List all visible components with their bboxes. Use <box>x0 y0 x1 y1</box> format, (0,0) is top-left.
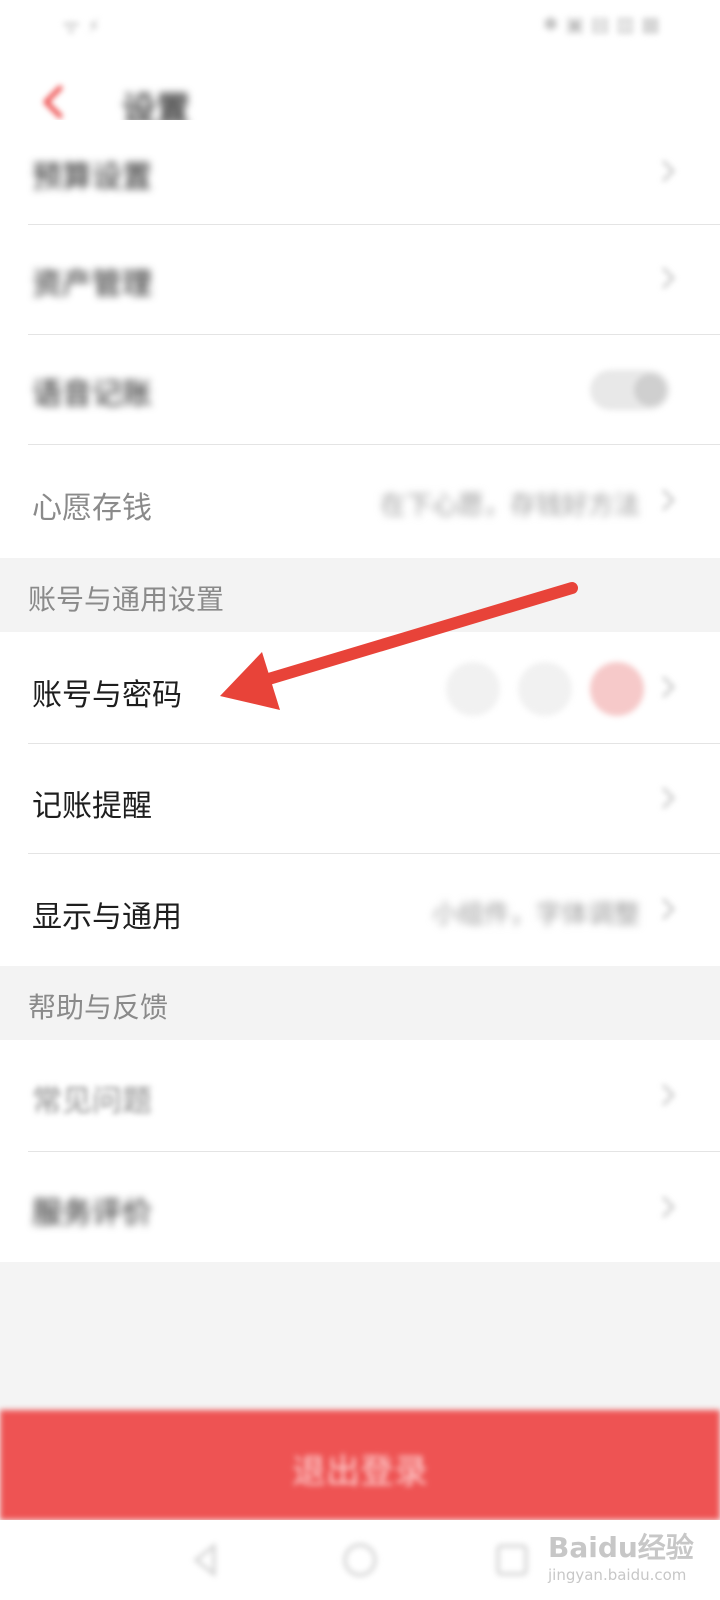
row-label: 服务评价 <box>32 1196 152 1231</box>
baidu-watermark: Baidu经验 jingyan.baidu.com <box>548 1526 708 1592</box>
chevron-right-icon <box>658 894 678 924</box>
settings-row-rating[interactable]: 服务评价 <box>0 1152 720 1262</box>
settings-row-budget[interactable]: 预算设置 <box>0 120 720 225</box>
login-wechat-icon <box>446 662 500 716</box>
settings-row-voice[interactable]: 语音记账 <box>0 335 720 445</box>
settings-row-account-password[interactable]: 账号与密码 <box>0 632 720 744</box>
chevron-right-icon <box>658 1080 678 1110</box>
nav-back-icon[interactable] <box>184 1538 228 1582</box>
row-label: 账号与密码 <box>32 678 182 713</box>
row-value: 小组件，字体调整 <box>431 900 640 930</box>
status-bar: ᯤ ⚡ ✱ ▣ ▤ ▥ ▦ <box>0 0 720 50</box>
watermark-url: jingyan.baidu.com <box>548 1566 687 1584</box>
settings-row-faq[interactable]: 常见问题 <box>0 1040 720 1152</box>
row-label: 显示与通用 <box>32 900 182 935</box>
status-icons: ✱ ▣ ▤ ▥ ▦ <box>542 12 660 36</box>
row-label: 预算设置 <box>32 160 152 195</box>
logout-button[interactable]: 退出登录 <box>0 1410 720 1520</box>
chevron-right-icon <box>658 783 678 813</box>
row-label: 资产管理 <box>32 267 152 302</box>
login-qq-icon <box>518 662 572 716</box>
back-arrow-icon[interactable] <box>32 80 76 124</box>
watermark-brand: Baidu经验 <box>548 1531 694 1564</box>
section-title: 账号与通用设置 <box>28 583 225 616</box>
row-label: 记账提醒 <box>32 789 152 824</box>
chevron-right-icon <box>658 485 678 515</box>
status-signal: ᯤ ⚡ <box>62 14 101 38</box>
settings-row-wish[interactable]: 心愿存钱 在下心愿，存钱好方法 <box>0 445 720 558</box>
row-label: 常见问题 <box>32 1084 152 1119</box>
logout-label: 退出登录 <box>292 1453 428 1491</box>
chevron-right-icon <box>658 672 678 702</box>
section-header-help: 帮助与反馈 <box>0 966 720 1040</box>
nav-recents-icon[interactable] <box>490 1538 534 1582</box>
row-value: 在下心愿，存钱好方法 <box>379 491 640 521</box>
settings-row-reminder[interactable]: 记账提醒 <box>0 744 720 854</box>
section-header-account: 账号与通用设置 <box>0 558 720 632</box>
row-label: 心愿存钱 <box>32 491 152 526</box>
settings-row-assets[interactable]: 资产管理 <box>0 225 720 335</box>
chevron-right-icon <box>658 263 678 293</box>
chevron-right-icon <box>658 156 678 186</box>
voice-toggle[interactable] <box>590 370 670 410</box>
settings-row-display[interactable]: 显示与通用 小组件，字体调整 <box>0 854 720 966</box>
chevron-right-icon <box>658 1192 678 1222</box>
login-weibo-icon <box>590 662 644 716</box>
nav-home-icon[interactable] <box>338 1538 382 1582</box>
row-label: 语音记账 <box>32 377 152 412</box>
toggle-knob <box>634 374 666 406</box>
section-title: 帮助与反馈 <box>28 991 169 1024</box>
